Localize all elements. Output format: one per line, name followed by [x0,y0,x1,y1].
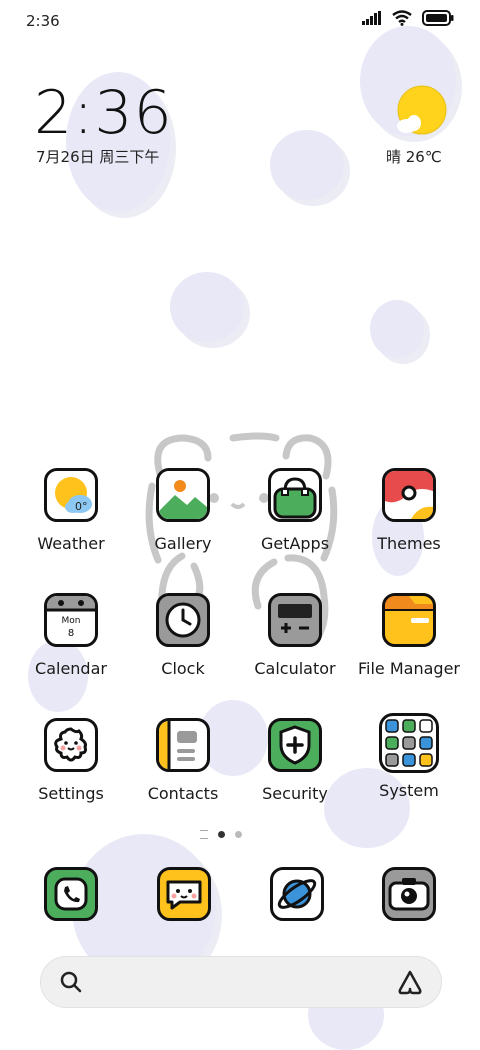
app-themes[interactable]: Themes [352,468,466,553]
messaging-icon [166,880,202,910]
getapps-icon [268,468,322,522]
app-label: Security [262,784,328,803]
weather-widget[interactable] [390,82,450,146]
app-contacts[interactable]: Contacts [126,718,240,803]
page-dot-active[interactable] [218,831,225,838]
assistant-icon[interactable] [396,969,424,995]
app-label: Gallery [154,534,212,553]
bg-bubble [370,300,424,358]
bg-bubble [270,130,344,200]
wifi-icon [392,10,412,26]
folder-grid-icon [379,713,439,773]
search-icon [60,971,82,993]
app-gallery[interactable]: Gallery [126,468,240,553]
battery-icon [422,10,454,26]
camera-icon [388,878,430,911]
themes-icon [382,468,436,522]
clock-widget-time[interactable]: 2:36 [34,78,173,148]
app-label: Calendar [35,659,107,678]
app-label: System [379,781,439,800]
app-security[interactable]: Security [238,718,352,803]
dock-messaging[interactable] [157,867,211,921]
browser-icon [277,879,317,909]
signal-icon [362,11,381,25]
bg-bubble [170,272,244,342]
contacts-icon [156,718,210,772]
app-calendar[interactable]: Mon 8 Calendar [14,593,128,678]
calculator-icon [268,593,322,647]
app-system-folder[interactable]: System [352,713,466,800]
app-calculator[interactable]: Calculator [238,593,352,678]
app-getapps[interactable]: GetApps [238,468,352,553]
page-indicator[interactable] [200,830,242,839]
dock-camera[interactable] [382,867,436,921]
phone-icon [54,877,88,911]
search-bar[interactable] [40,956,442,1008]
clock-widget-date: 7月26日 周三下午 [36,148,160,166]
sun-cloud-icon [397,85,447,135]
app-label: Contacts [147,784,219,803]
calendar-icon-day: 8 [68,628,74,639]
clock-icon [156,593,210,647]
app-label: Themes [377,534,441,553]
page-list-icon [200,830,208,839]
app-label: File Manager [358,659,460,678]
folder-icon [382,593,436,647]
status-icons [362,10,454,26]
gear-icon [44,718,98,772]
app-label: Weather [37,534,105,553]
app-weather[interactable]: 0° Weather [14,468,128,553]
app-label: Clock [161,659,205,678]
app-clock[interactable]: Clock [126,593,240,678]
dock-browser[interactable] [270,867,324,921]
calendar-icon: Mon 8 [44,593,98,647]
app-file-manager[interactable]: File Manager [352,593,466,678]
dock-phone[interactable] [44,867,98,921]
app-settings[interactable]: Settings [14,718,128,803]
gallery-icon [156,468,210,522]
app-label: Settings [38,784,104,803]
status-time: 2:36 [26,12,60,30]
weather-app-temp: 0° [75,500,88,513]
app-label: GetApps [260,534,330,553]
shield-icon [268,718,322,772]
weather-widget-text: 晴 26℃ [386,148,442,166]
weather-app-icon: 0° [44,468,98,522]
calendar-icon-weekday: Mon [62,616,81,626]
status-bar: 2:36 [0,0,480,40]
app-label: Calculator [254,659,336,678]
page-dot[interactable] [235,831,242,838]
